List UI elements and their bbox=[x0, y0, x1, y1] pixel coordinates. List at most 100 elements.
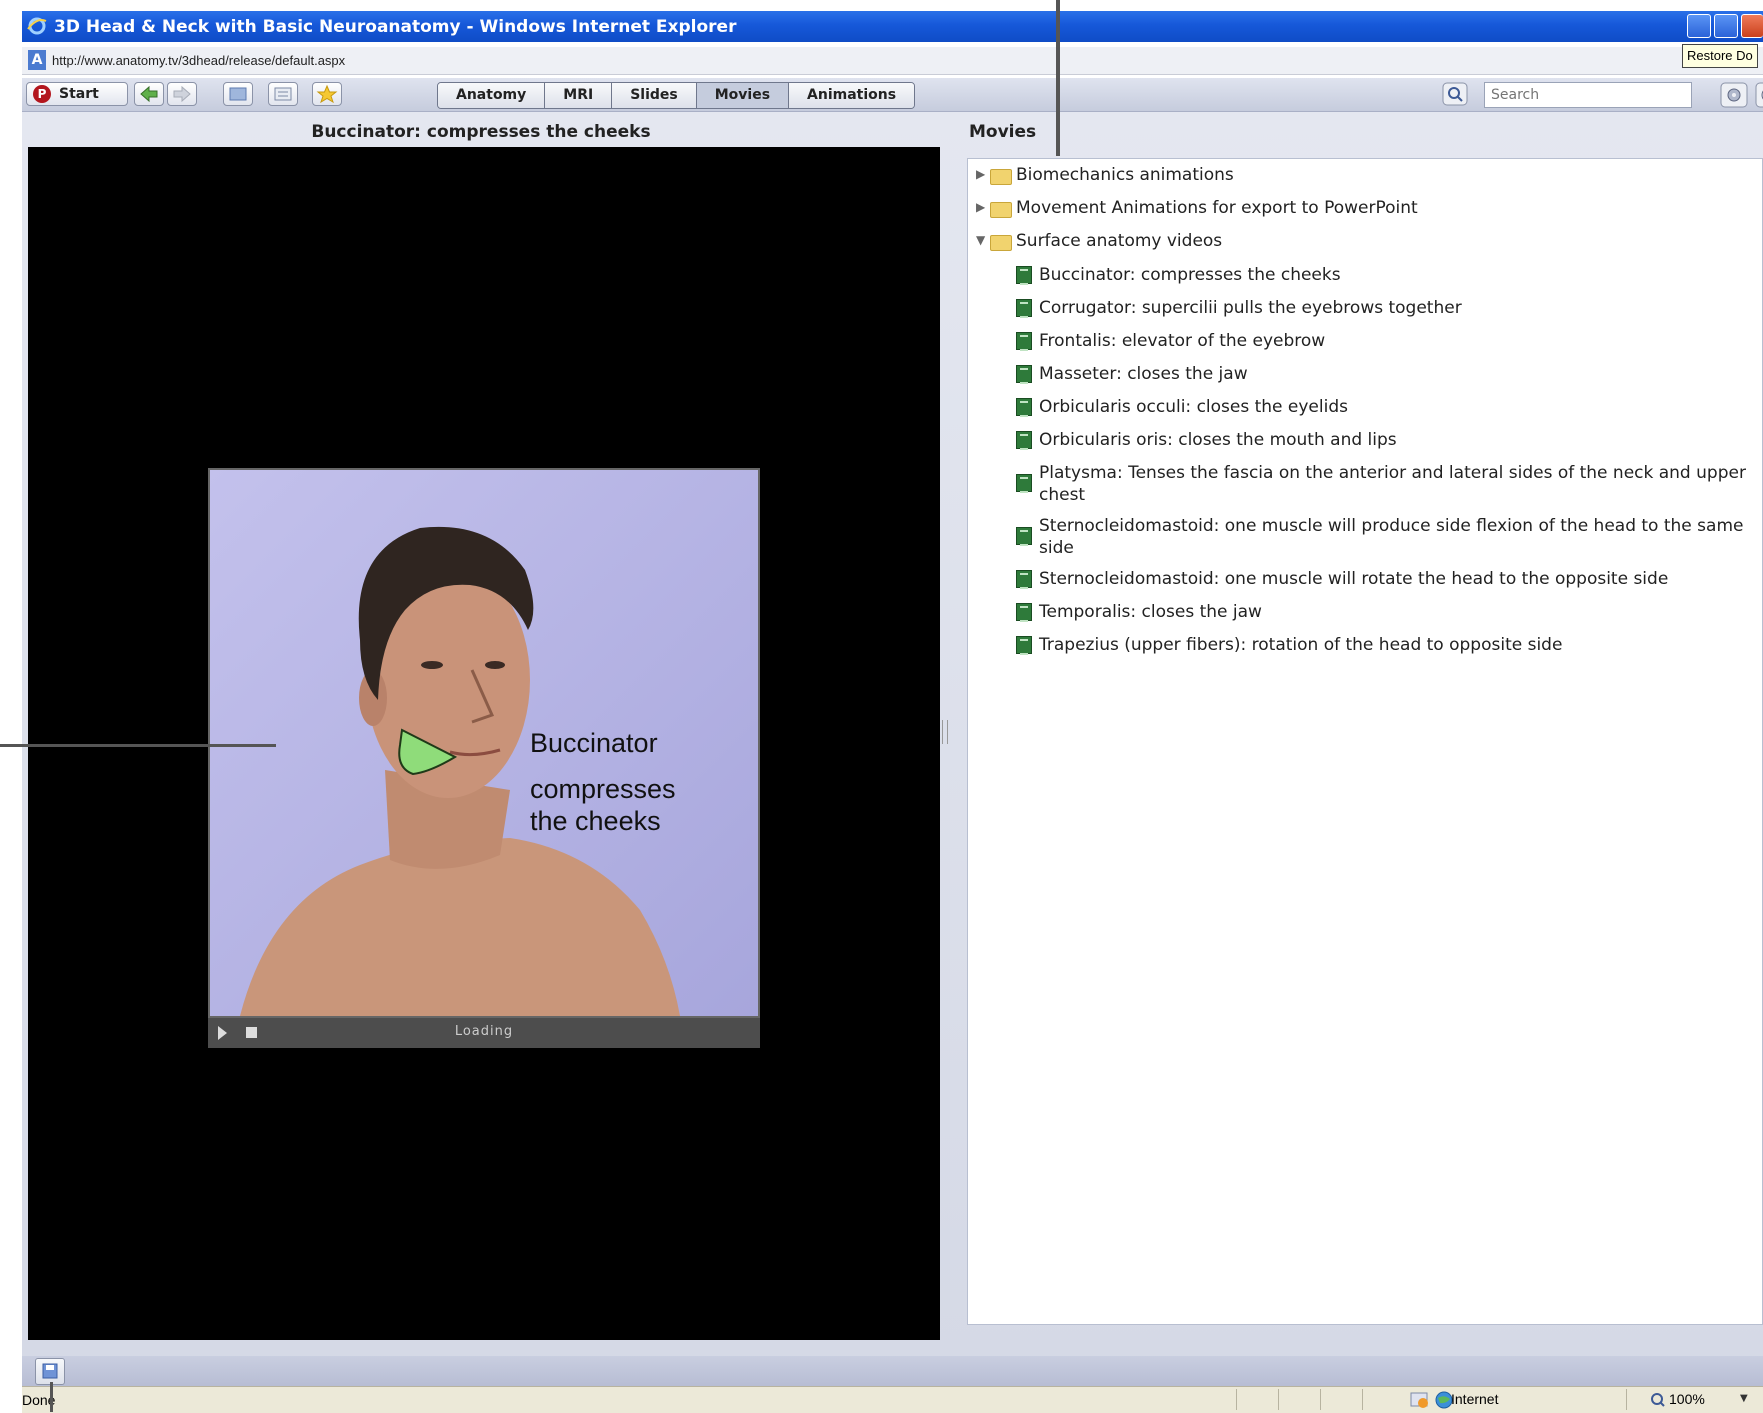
movies-tree: ▶ Biomechanics animations ▶ Movement Ani… bbox=[967, 158, 1763, 1325]
minimize-button[interactable] bbox=[1687, 14, 1711, 38]
movie-item[interactable]: Platysma: Tenses the fascia on the anter… bbox=[1016, 462, 1756, 508]
movie-item[interactable]: Masseter: closes the jaw bbox=[1016, 363, 1756, 387]
movie-label: Orbicularis occuli: closes the eyelids bbox=[1039, 397, 1348, 417]
folder-icon bbox=[990, 169, 1012, 185]
movie-label: Frontalis: elevator of the eyebrow bbox=[1039, 331, 1326, 351]
folder-surface-anatomy[interactable]: ▼ Surface anatomy videos bbox=[976, 231, 1756, 255]
favorites-button[interactable] bbox=[312, 82, 342, 106]
save-button[interactable] bbox=[35, 1358, 65, 1385]
bottom-toolbar bbox=[22, 1356, 1763, 1386]
video-caption-muscle: Buccinator bbox=[530, 728, 658, 758]
movie-label: Platysma: Tenses the fascia on the anter… bbox=[1039, 463, 1746, 505]
folder-icon bbox=[229, 87, 247, 101]
movie-item[interactable]: Frontalis: elevator of the eyebrow bbox=[1016, 330, 1756, 354]
tab-movies[interactable]: Movies bbox=[696, 83, 790, 108]
video-caption-action-1: compresses bbox=[530, 774, 676, 804]
annotation-line bbox=[1056, 0, 1060, 156]
forward-arrow-icon bbox=[173, 85, 191, 103]
protected-mode-icon[interactable] bbox=[1409, 1390, 1431, 1410]
movies-heading: Movies bbox=[969, 122, 1037, 142]
expand-arrow-icon[interactable]: ▶ bbox=[976, 167, 985, 181]
zoom-icon[interactable] bbox=[1650, 1392, 1666, 1408]
film-icon bbox=[1016, 299, 1032, 318]
film-icon bbox=[1016, 398, 1032, 417]
annotation-line bbox=[50, 1382, 53, 1412]
movie-item[interactable]: Trapezius (upper fibers): rotation of th… bbox=[1016, 634, 1756, 658]
film-icon bbox=[1016, 527, 1032, 546]
start-label: Start bbox=[59, 86, 99, 102]
forward-button[interactable] bbox=[167, 82, 197, 106]
video-caption-action-2: the cheeks bbox=[530, 806, 661, 836]
zoom-dropdown-icon[interactable]: ▼ bbox=[1740, 1393, 1748, 1404]
status-divider bbox=[1362, 1389, 1363, 1410]
restore-tooltip: Restore Do bbox=[1682, 44, 1758, 68]
window-titlebar[interactable]: 3D Head & Neck with Basic Neuroanatomy -… bbox=[22, 11, 1763, 42]
restore-button[interactable] bbox=[1714, 14, 1738, 38]
film-icon bbox=[1016, 266, 1032, 285]
film-icon bbox=[1016, 603, 1032, 622]
movie-item[interactable]: Orbicularis occuli: closes the eyelids bbox=[1016, 396, 1756, 420]
status-divider bbox=[1278, 1389, 1279, 1410]
zoom-level[interactable]: 100% bbox=[1669, 1391, 1705, 1407]
annotation-line bbox=[0, 744, 276, 747]
mode-tabs: Anatomy MRI Slides Movies Animations bbox=[437, 82, 916, 109]
film-icon bbox=[1016, 636, 1032, 655]
folder-label: Movement Animations for export to PowerP… bbox=[1016, 198, 1418, 218]
tab-anatomy[interactable]: Anatomy bbox=[438, 83, 546, 108]
address-bar[interactable]: A http://www.anatomy.tv/3dhead/release/d… bbox=[22, 47, 1763, 75]
film-icon bbox=[1016, 431, 1032, 450]
folder-biomechanics[interactable]: ▶ Biomechanics animations bbox=[976, 165, 1756, 189]
status-divider bbox=[1626, 1389, 1627, 1410]
list-button[interactable] bbox=[268, 82, 298, 106]
expand-arrow-icon[interactable]: ▶ bbox=[976, 200, 985, 214]
buccinator-video-image bbox=[210, 470, 758, 1016]
movie-item[interactable]: Buccinator: compresses the cheeks bbox=[1016, 264, 1756, 288]
movie-item[interactable]: Temporalis: closes the jaw bbox=[1016, 601, 1756, 625]
folder-movement-animations[interactable]: ▶ Movement Animations for export to Powe… bbox=[976, 198, 1756, 222]
start-button[interactable]: P Start bbox=[26, 82, 128, 106]
tab-slides[interactable]: Slides bbox=[612, 83, 697, 108]
window-title: 3D Head & Neck with Basic Neuroanatomy -… bbox=[54, 17, 737, 37]
status-divider bbox=[1320, 1389, 1321, 1410]
open-folder-icon bbox=[990, 235, 1012, 251]
folder-label: Biomechanics animations bbox=[1016, 165, 1234, 185]
status-bar: Done Internet 100% ▼ bbox=[22, 1386, 1763, 1413]
video-status: Loading bbox=[454, 1024, 514, 1039]
folder-icon bbox=[990, 202, 1012, 218]
close-button[interactable] bbox=[1741, 14, 1763, 38]
movie-item[interactable]: Sternocleidomastoid: one muscle will pro… bbox=[1016, 515, 1756, 561]
movie-label: Sternocleidomastoid: one muscle will pro… bbox=[1039, 516, 1744, 558]
film-icon bbox=[1016, 332, 1032, 351]
movie-label: Trapezius (upper fibers): rotation of th… bbox=[1039, 635, 1563, 655]
folder-button[interactable] bbox=[223, 82, 253, 106]
app-toolbar: P Start Anatomy MRI Slides Movies Animat… bbox=[22, 78, 1763, 112]
list-icon bbox=[274, 87, 292, 101]
save-disk-icon bbox=[42, 1363, 58, 1379]
start-logo-icon: P bbox=[33, 85, 51, 103]
help-icon[interactable] bbox=[1755, 82, 1763, 108]
movie-label: Orbicularis oris: closes the mouth and l… bbox=[1039, 430, 1397, 450]
movie-item[interactable]: Corrugator: supercilii pulls the eyebrow… bbox=[1016, 297, 1756, 321]
collapse-arrow-icon[interactable]: ▼ bbox=[976, 233, 985, 247]
video-controls: Loading bbox=[208, 1018, 760, 1048]
back-button[interactable] bbox=[134, 82, 164, 106]
tab-animations[interactable]: Animations bbox=[789, 83, 915, 108]
settings-gear-icon[interactable] bbox=[1720, 82, 1748, 108]
search-icon[interactable] bbox=[1442, 82, 1468, 106]
url-text[interactable]: http://www.anatomy.tv/3dhead/release/def… bbox=[52, 53, 345, 68]
movie-label: Sternocleidomastoid: one muscle will rot… bbox=[1039, 569, 1669, 589]
search-input[interactable] bbox=[1484, 82, 1692, 108]
back-arrow-icon bbox=[140, 85, 158, 103]
movie-label: Buccinator: compresses the cheeks bbox=[1039, 265, 1341, 285]
film-icon bbox=[1016, 570, 1032, 589]
site-favicon-icon: A bbox=[28, 50, 46, 70]
tab-mri[interactable]: MRI bbox=[545, 83, 613, 108]
zone-label: Internet bbox=[1451, 1391, 1499, 1407]
video-frame[interactable]: Buccinator compresses the cheeks bbox=[208, 468, 760, 1018]
movie-item[interactable]: Orbicularis oris: closes the mouth and l… bbox=[1016, 429, 1756, 453]
movie-label: Masseter: closes the jaw bbox=[1039, 364, 1248, 384]
panel-splitter[interactable] bbox=[942, 720, 948, 744]
status-divider bbox=[1236, 1389, 1237, 1410]
film-icon bbox=[1016, 474, 1032, 493]
movie-item[interactable]: Sternocleidomastoid: one muscle will rot… bbox=[1016, 568, 1756, 592]
